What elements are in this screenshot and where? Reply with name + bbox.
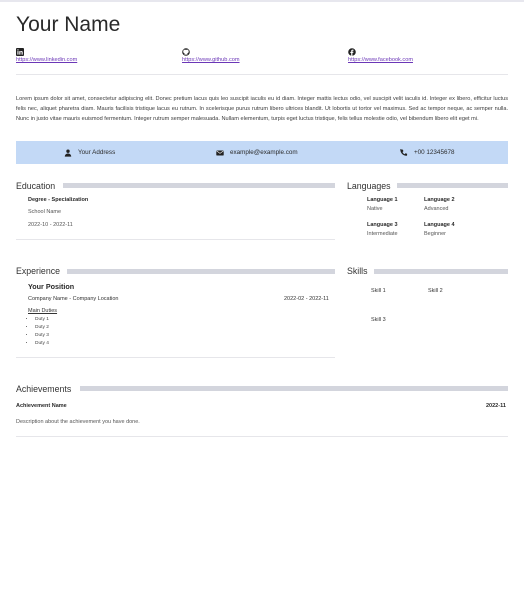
phone-icon [400,148,408,156]
education-divider [16,239,335,240]
experience-title-bar [67,269,335,274]
language-item: Language 1 Native [367,197,398,213]
contact-email: example@example.com [216,141,298,164]
education-school: School Name [28,209,62,215]
languages-title-bar [397,183,508,188]
social-links: https://www.linkedin.com https://www.git… [16,48,508,66]
envelope-icon [216,150,224,155]
education-title: Education [16,181,62,192]
github-icon [182,48,190,56]
address-text: Your Address [78,149,116,156]
contact-bar: Your Address example@example.com +00 123… [16,141,508,164]
skills-title: Skills [347,266,374,277]
contact-phone: +00 12345678 [400,141,454,164]
language-level: Advanced [424,206,449,212]
language-name: Language 1 [367,197,398,203]
language-name: Language 2 [424,197,455,203]
facebook-url[interactable]: https://www.facebook.com [348,57,498,64]
linkedin-url[interactable]: https://www.linkedin.com [16,57,166,64]
duty-item: Duty 4 [35,340,49,348]
education-title-bar [63,183,335,188]
duty-item: Duty 2 [35,324,49,332]
education-dates: 2022-10 - 2022-11 [28,222,73,228]
skill-item: Skill 2 [428,288,443,294]
language-level: Intermediate [367,231,398,237]
language-item: Language 4 Beginner [424,222,455,238]
skills-title-bar [373,269,508,274]
language-item: Language 2 Advanced [424,197,455,213]
github-url[interactable]: https://www.github.com [182,57,332,64]
languages-title: Languages [347,181,397,192]
experience-dates: 2022-02 - 2022-11 [284,296,329,302]
language-level: Native [367,206,383,212]
achievements-title: Achievements [16,384,78,395]
experience-company: Company Name - Company Location [28,296,119,302]
experience-divider [16,357,335,358]
phone-text: +00 12345678 [414,149,455,156]
resume-name: Your Name [16,13,121,36]
duties-title: Main Duties [28,308,58,314]
skill-item: Skill 3 [371,317,386,323]
summary-text: Lorem ipsum dolor sit amet, consectetur … [16,96,508,122]
experience-title: Experience [16,266,67,277]
contact-address: Your Address [64,141,115,164]
achievement-name: Achievement Name [16,403,67,409]
achievements-divider [16,436,508,437]
experience-position: Your Position [28,282,75,291]
duty-item: Duty 1 [35,316,49,324]
duties-list: Duty 1 Duty 2 Duty 3 Duty 4 [28,316,49,348]
language-item: Language 3 Intermediate [367,222,398,238]
duties-list-block: Duty 1 Duty 2 Duty 3 Duty 4 [28,316,49,348]
language-name: Language 3 [367,222,398,228]
facebook-icon [348,48,356,56]
language-level: Beginner [424,231,447,237]
linkedin-icon [16,48,24,56]
divider [16,74,508,75]
achievements-title-bar [80,386,508,391]
achievement-description: Description about the achievement you ha… [16,419,140,425]
person-icon [64,149,72,157]
achievement-date: 2022-11 [486,403,506,409]
skill-item: Skill 1 [371,288,386,294]
email-text: example@example.com [230,149,298,156]
github-link-block: https://www.github.com [182,48,332,64]
resume-page: Your Name https://www.linkedin.com https… [0,0,524,591]
language-name: Language 4 [424,222,455,228]
facebook-link-block: https://www.facebook.com [348,48,498,64]
duty-item: Duty 3 [35,332,49,340]
education-degree: Degree - Specialization [28,197,89,203]
top-border [0,0,524,2]
linkedin-link-block: https://www.linkedin.com [16,48,166,64]
